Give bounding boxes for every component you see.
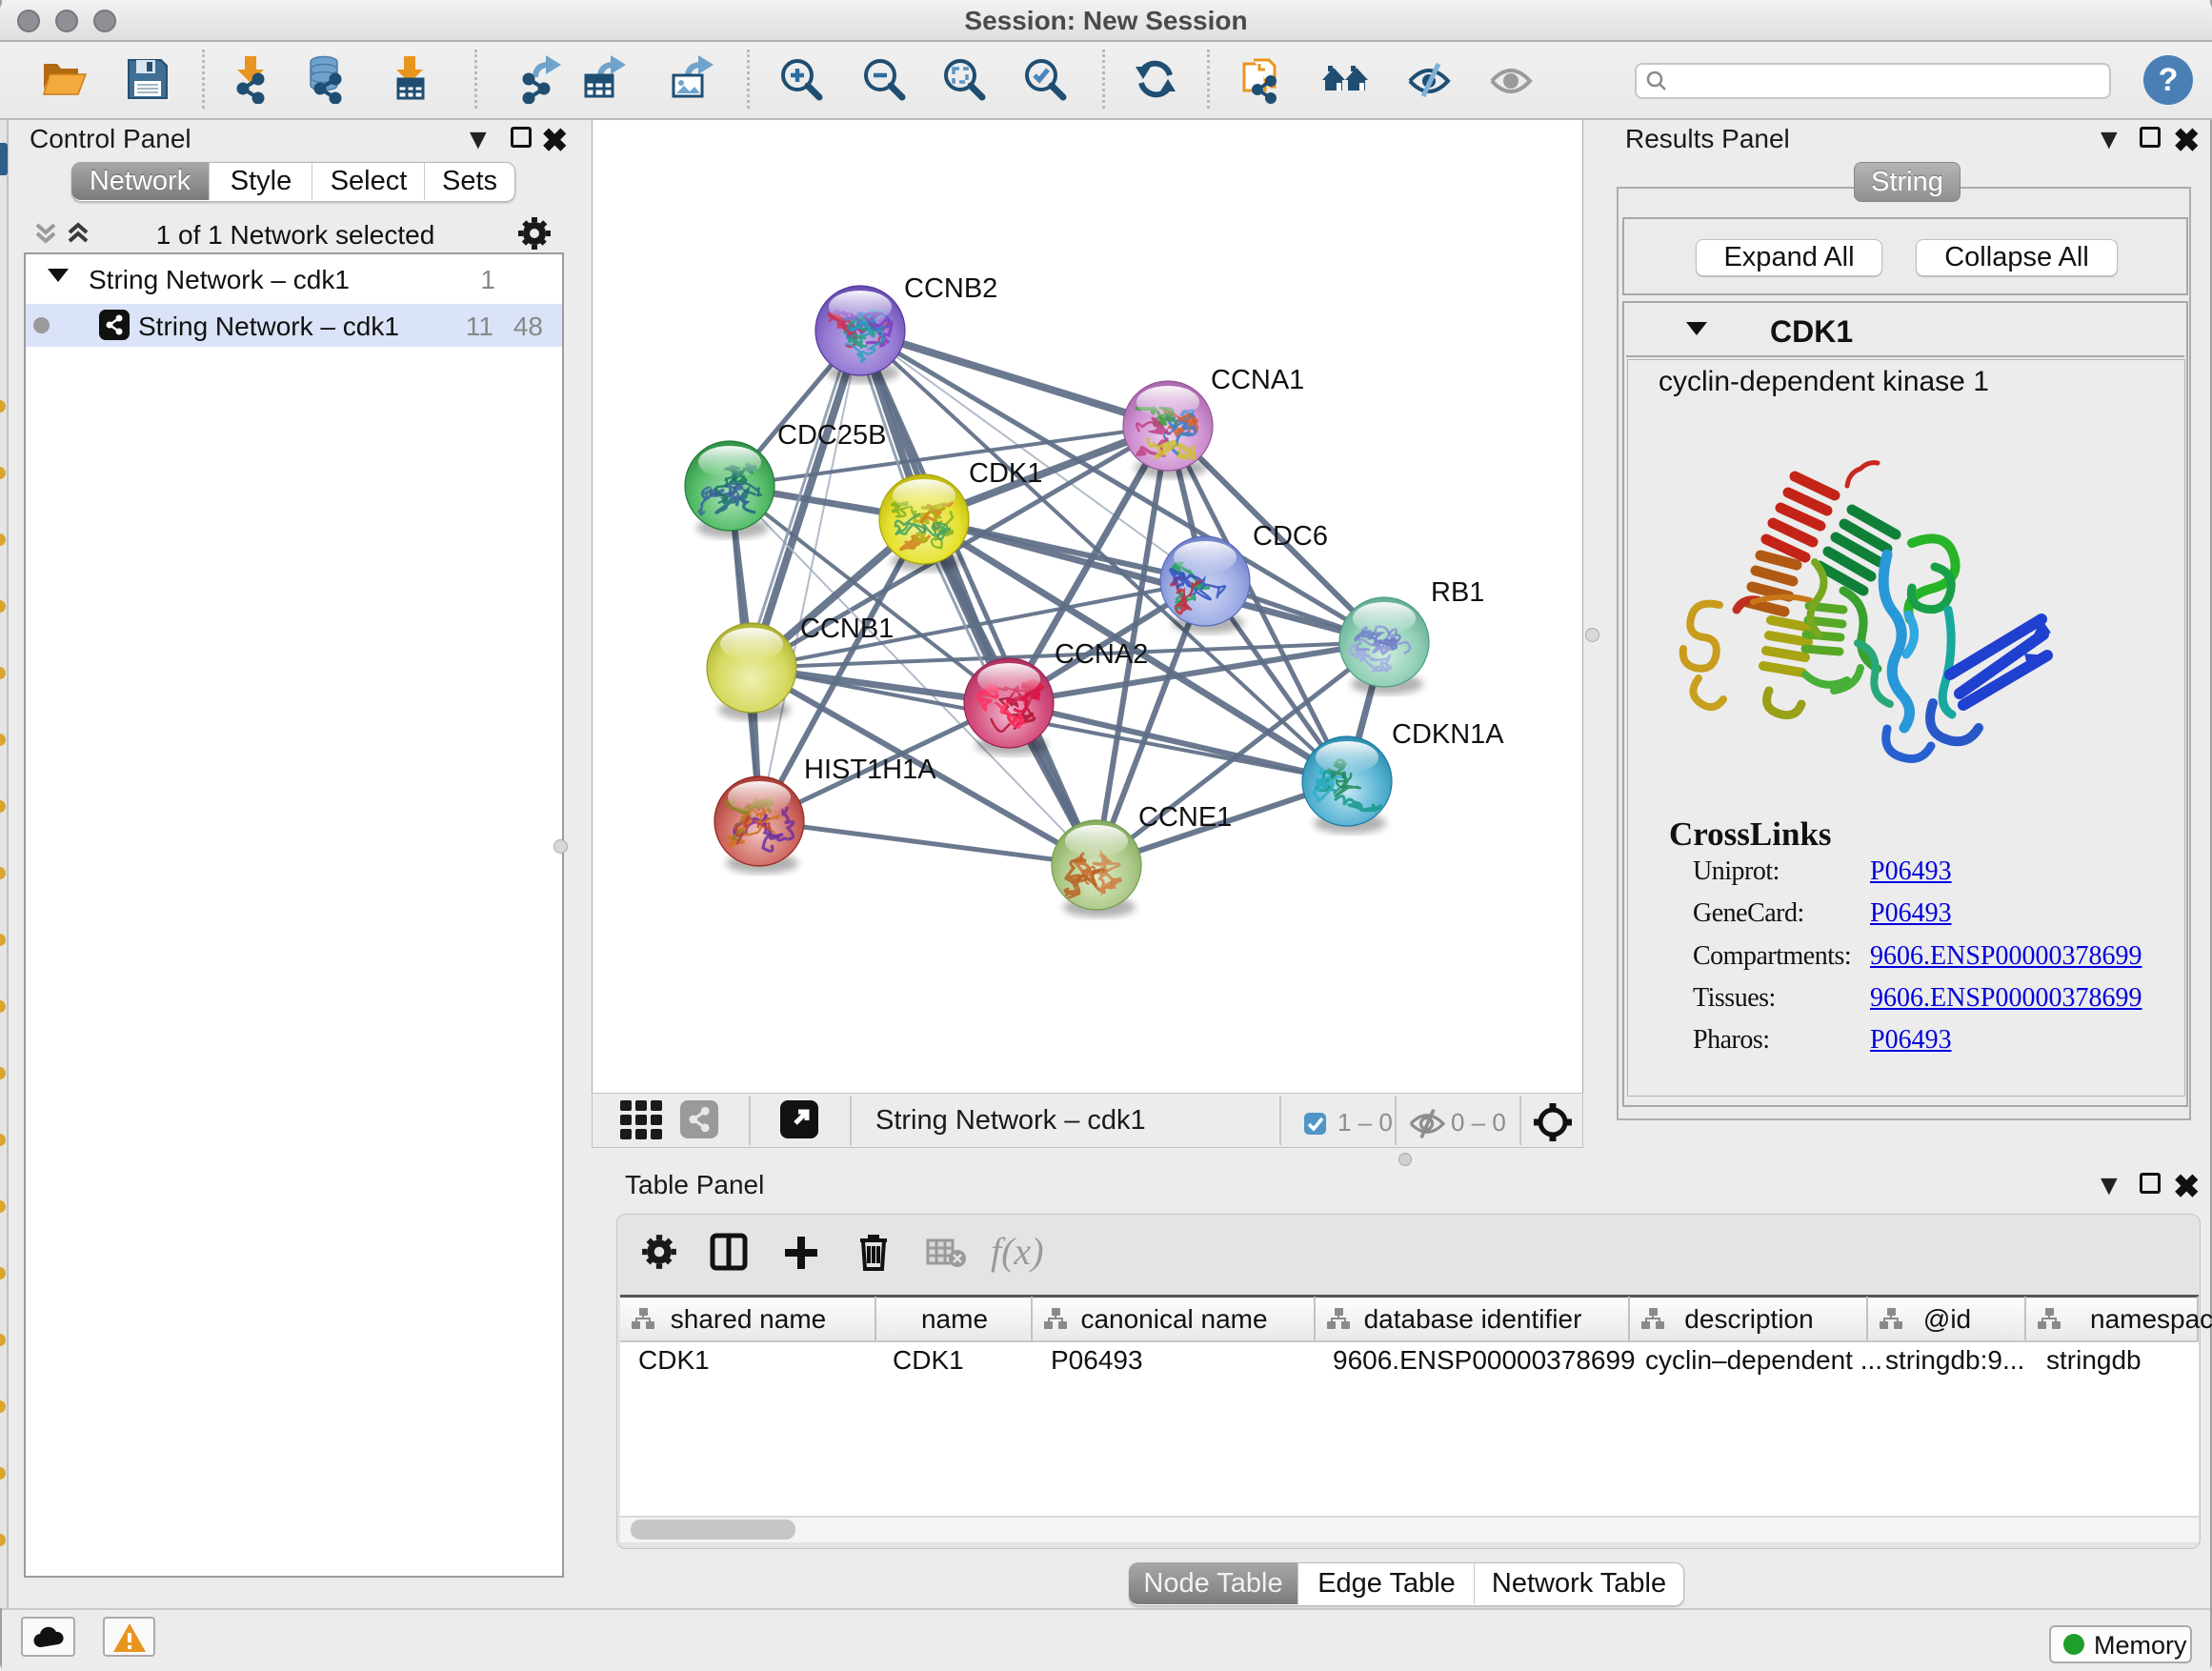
svg-text:RB1: RB1 (1431, 577, 1484, 608)
svg-text:CCNA1: CCNA1 (1211, 365, 1304, 395)
svg-text:CCNA2: CCNA2 (1055, 639, 1148, 670)
svg-text:CDC25B: CDC25B (777, 420, 886, 451)
svg-text:HIST1H1A: HIST1H1A (804, 755, 936, 785)
svg-text:CDKN1A: CDKN1A (1392, 719, 1504, 750)
svg-text:CDC6: CDC6 (1253, 521, 1328, 552)
svg-text:CCNB1: CCNB1 (800, 614, 894, 644)
svg-text:CDK1: CDK1 (969, 458, 1042, 489)
svg-text:CCNE1: CCNE1 (1138, 802, 1232, 833)
svg-text:CCNB2: CCNB2 (904, 273, 997, 304)
